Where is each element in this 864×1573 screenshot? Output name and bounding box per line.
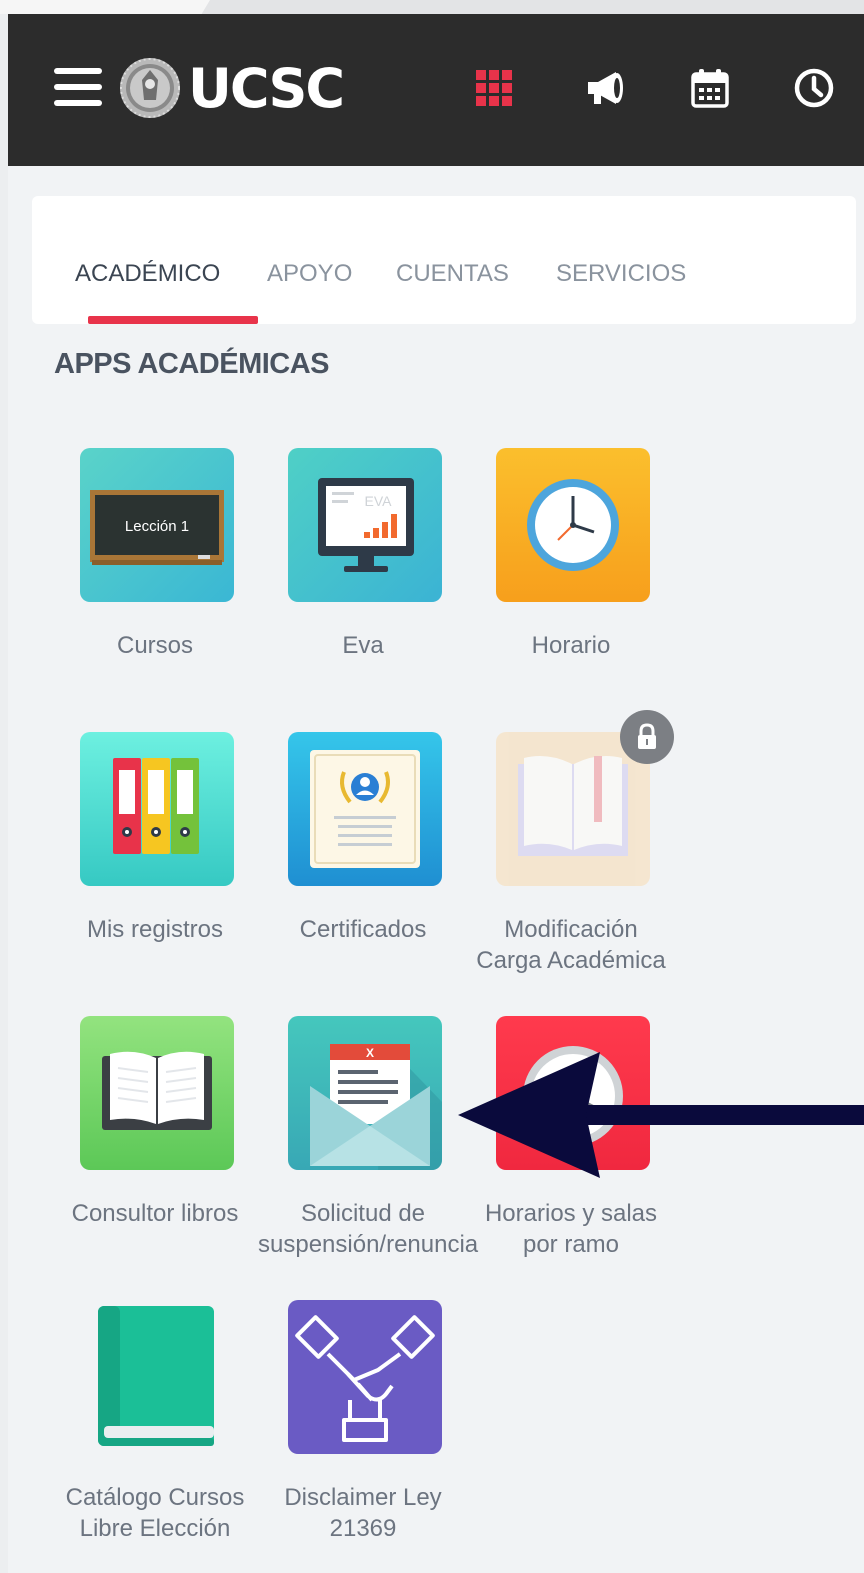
letter-mark: X	[366, 1046, 374, 1060]
closed-book-icon	[80, 1300, 234, 1454]
tab-servicios[interactable]: SERVICIOS	[556, 258, 686, 298]
megaphone-icon[interactable]	[582, 64, 630, 112]
app-label: Cursos	[116, 632, 194, 659]
envelope-letter-icon: X	[288, 1016, 442, 1170]
apps-grid-icon[interactable]	[470, 64, 518, 112]
app-label: Mis registros	[86, 916, 224, 943]
app-label: Horario	[531, 632, 611, 659]
tab-apoyo[interactable]: APOYO	[267, 258, 352, 298]
app-label: Catálogo Cursos Libre Elección	[65, 1484, 245, 1542]
binders-icon	[80, 732, 234, 886]
app-label: Modificación Carga Académica	[476, 916, 666, 974]
section-title: APPS ACADÉMICAS	[54, 348, 330, 380]
menu-icon[interactable]	[54, 68, 102, 108]
app-label: Consultor libros	[71, 1200, 239, 1227]
certificate-icon	[288, 732, 442, 886]
tab-bar: ACADÉMICO APOYO CUENTAS SERVICIOS	[32, 196, 856, 324]
background-corner	[0, 0, 864, 14]
app-frame: UCSC ACADÉMICO APOYO CUENTAS SERVICIOS A…	[8, 14, 864, 1573]
chalkboard-icon: Lección 1	[80, 448, 234, 602]
app-label: Horarios y salas por ramo	[484, 1200, 658, 1258]
app-label: Disclaimer Ley 21369	[284, 1484, 442, 1542]
chalkboard-text: Lección 1	[125, 518, 189, 535]
university-seal-icon	[120, 58, 180, 118]
wall-clock-icon	[496, 448, 650, 602]
app-label: Certificados	[299, 916, 427, 943]
tab-cuentas[interactable]: CUENTAS	[396, 258, 509, 298]
screen-text: EVA	[365, 493, 393, 509]
lock-icon	[620, 710, 674, 764]
open-book-icon	[80, 1016, 234, 1170]
clock-icon	[496, 1016, 650, 1170]
active-tab-indicator	[88, 316, 258, 324]
app-label: Eva	[342, 632, 384, 659]
calendar-icon[interactable]	[686, 64, 734, 112]
handshake-icon	[288, 1300, 442, 1454]
clock-icon[interactable]	[790, 64, 838, 112]
monitor-chart-icon: EVA	[288, 448, 442, 602]
logo-text[interactable]: UCSC	[188, 54, 345, 124]
app-label: Solicitud de suspensión/renuncia	[258, 1200, 479, 1258]
tab-academico[interactable]: ACADÉMICO	[75, 258, 220, 298]
top-bar: UCSC	[8, 14, 864, 166]
